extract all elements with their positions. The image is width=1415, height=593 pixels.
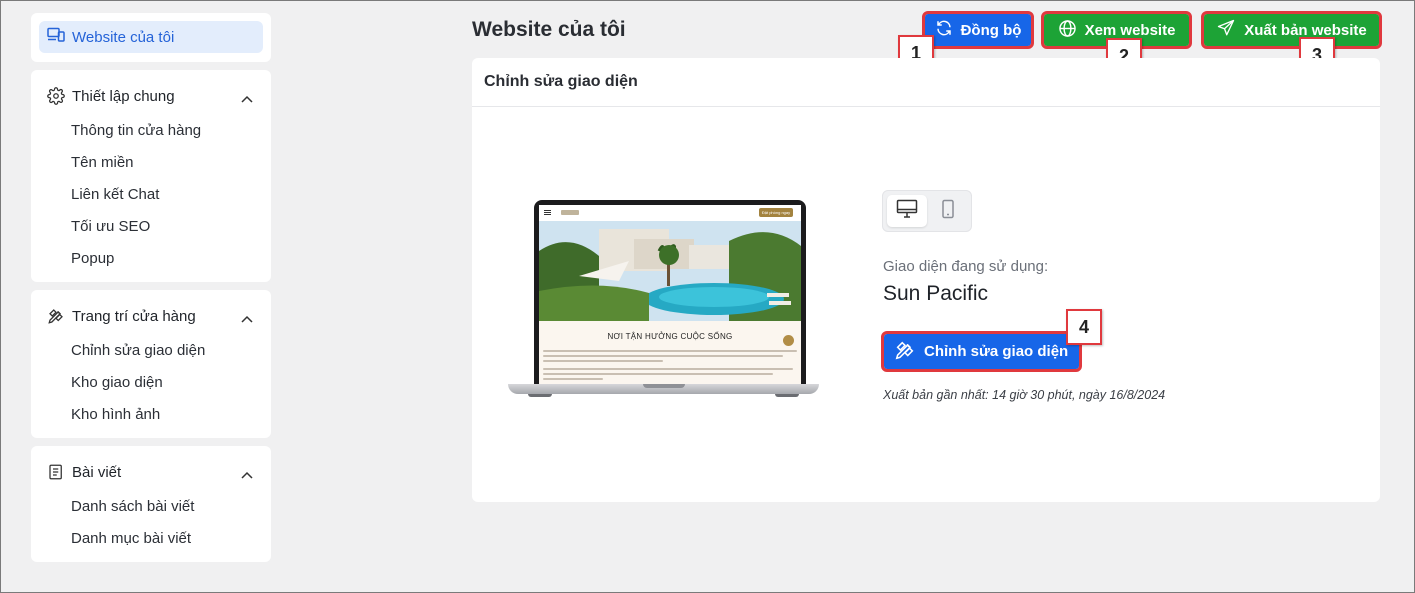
- sidebar-group-articles: Bài viết Danh sách bài viết Danh mục bài…: [31, 446, 271, 562]
- sidebar-item-image-store[interactable]: Kho hình ảnh: [71, 406, 160, 423]
- website-preview: Đặt phòng ngay NƠI TẬN HƯỞNG CUỘC SỐNG: [539, 205, 801, 384]
- devices-icon: [47, 27, 72, 47]
- sidebar-item-domain[interactable]: Tên miền: [71, 154, 134, 171]
- sidebar-group-title: Trang trí cửa hàng: [72, 307, 196, 325]
- sidebar-group-title: Thiết lập chung: [72, 87, 175, 105]
- preview-text-line: [543, 373, 773, 375]
- sidebar-group-store-decor: Trang trí cửa hàng Chỉnh sửa giao diện K…: [31, 290, 271, 438]
- resort-photo: [539, 221, 801, 321]
- preview-text-line: [543, 378, 603, 380]
- laptop-foot: [775, 394, 799, 397]
- gear-icon: [47, 87, 65, 105]
- sidebar-item-seo[interactable]: Tối ưu SEO: [71, 218, 150, 235]
- sync-button-label: Đồng bộ: [960, 21, 1022, 39]
- sidebar-group-title: Bài viết: [72, 463, 122, 481]
- sidebar-item-theme-store[interactable]: Kho giao diện: [71, 374, 163, 391]
- design-tools-icon: [894, 339, 924, 365]
- chevron-up-icon[interactable]: [241, 310, 253, 327]
- preview-text-line: [543, 368, 793, 370]
- chevron-up-icon[interactable]: [241, 90, 253, 107]
- sidebar-item-chat-link[interactable]: Liên kết Chat: [71, 186, 159, 203]
- sidebar-item-article-categories[interactable]: Danh mục bài viết: [71, 530, 191, 547]
- sidebar-item-article-list[interactable]: Danh sách bài viết: [71, 498, 194, 515]
- laptop-notch: [643, 384, 685, 388]
- sidebar-item-store-info[interactable]: Thông tin cửa hàng: [71, 122, 201, 139]
- view-website-label: Xem website: [1084, 21, 1176, 39]
- sync-button[interactable]: Đồng bộ: [922, 11, 1034, 49]
- globe-icon: [1058, 19, 1085, 42]
- page-title: Website của tôi: [472, 18, 626, 41]
- sidebar-group-header-general[interactable]: Thiết lập chung: [31, 70, 271, 122]
- send-icon: [1216, 19, 1244, 41]
- preview-text-line: [543, 350, 797, 352]
- preview-heading: NƠI TẬN HƯỞNG CUỘC SỐNG: [607, 332, 733, 341]
- article-icon: [47, 463, 65, 481]
- mobile-view-button[interactable]: [928, 195, 968, 227]
- preview-cta-button: Đặt phòng ngay: [759, 208, 793, 217]
- sidebar-group-general: Thiết lập chung Thông tin cửa hàng Tên m…: [31, 70, 271, 282]
- sidebar-top-card: Website của tôi: [31, 13, 271, 62]
- preview-logo: [561, 210, 579, 215]
- phone-icon: [783, 335, 794, 346]
- sidebar-group-header-store-decor[interactable]: Trang trí cửa hàng: [31, 290, 271, 342]
- laptop-preview: Đặt phòng ngay NƠI TẬN HƯỞNG CUỘC SỐNG: [508, 200, 819, 400]
- sidebar-group-header-articles[interactable]: Bài viết: [31, 446, 271, 498]
- sidebar-item-edit-theme[interactable]: Chỉnh sửa giao diện: [71, 342, 205, 359]
- mobile-icon: [941, 199, 955, 224]
- panel-title: Chỉnh sửa giao diện: [472, 58, 1380, 107]
- desktop-icon: [896, 199, 918, 224]
- publish-website-button[interactable]: Xuất bản website: [1201, 11, 1382, 49]
- preview-navbar: Đặt phòng ngay: [539, 205, 801, 221]
- current-theme-label: Giao diện đang sử dụng:: [883, 258, 1049, 275]
- sidebar-item-my-website[interactable]: Website của tôi: [39, 21, 263, 53]
- preview-text-line: [543, 355, 783, 357]
- refresh-icon: [935, 19, 961, 41]
- device-toggle: [882, 190, 972, 232]
- current-theme-name: Sun Pacific: [883, 282, 989, 305]
- chevron-up-icon[interactable]: [241, 466, 253, 483]
- desktop-view-button[interactable]: [887, 195, 927, 227]
- menu-icon: [544, 210, 551, 211]
- laptop-foot: [528, 394, 552, 397]
- step-badge: 4: [1066, 309, 1102, 345]
- laptop-screen: Đặt phòng ngay NƠI TẬN HƯỞNG CUỘC SỐNG: [534, 200, 806, 384]
- sidebar-item-label: Website của tôi: [72, 28, 175, 46]
- publish-website-label: Xuất bản website: [1244, 21, 1367, 39]
- preview-text-line: [543, 360, 663, 362]
- design-tools-icon: [47, 307, 65, 325]
- sidebar-item-popup[interactable]: Popup: [71, 250, 114, 267]
- edit-theme-button[interactable]: Chỉnh sửa giao diện: [881, 331, 1082, 372]
- last-published-note: Xuất bản gần nhất: 14 giờ 30 phút, ngày …: [883, 388, 1166, 402]
- edit-theme-label: Chỉnh sửa giao diện: [924, 343, 1069, 360]
